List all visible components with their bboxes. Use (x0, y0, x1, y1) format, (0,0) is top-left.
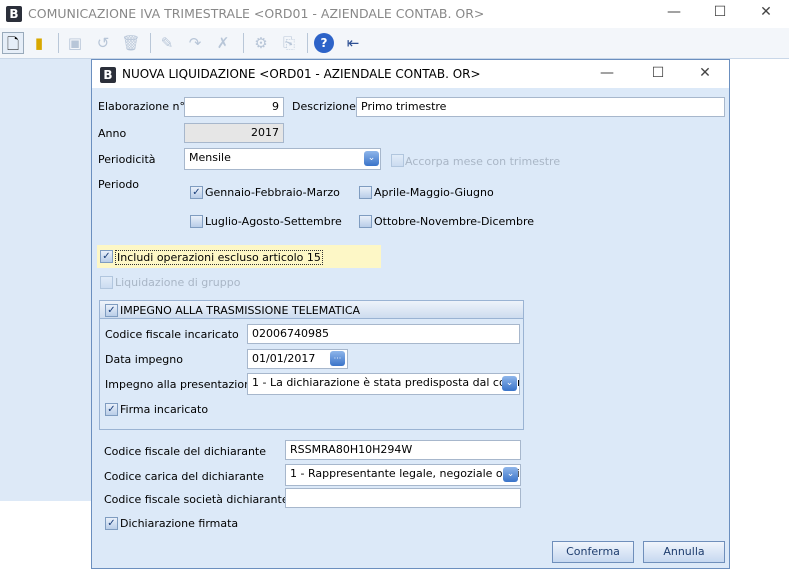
periodo-q2-label: Aprile-Maggio-Giugno (374, 186, 494, 199)
impegno-title: IMPEGNO ALLA TRASMISSIONE TELEMATICA (120, 304, 361, 317)
dialog-close-button[interactable]: ✕ (682, 65, 728, 81)
conferma-button[interactable]: Conferma (552, 541, 634, 563)
periodo-q3-label: Luglio-Agosto-Settembre (205, 215, 342, 228)
help-icon[interactable]: ? (314, 33, 334, 53)
redo-edit-icon[interactable]: ↷ (184, 32, 206, 54)
periodicita-value: Mensile (189, 151, 231, 164)
dialog-maximize-button[interactable]: ☐ (635, 65, 681, 81)
firma-incaricato-checkbox[interactable]: ✓ (105, 403, 118, 416)
elaborazione-label: Elaborazione n° (98, 100, 185, 113)
cf-societa-input[interactable] (285, 488, 521, 508)
data-impegno-label: Data impegno (105, 353, 183, 366)
periodo-q4-checkbox[interactable] (359, 215, 372, 228)
minimize-button[interactable]: — (651, 4, 697, 20)
gruppo-checkbox[interactable] (100, 276, 113, 289)
includi-label: Includi operazioni escluso articolo 15 (115, 250, 323, 265)
exit-icon[interactable]: ⇤ (342, 32, 364, 54)
dichiarazione-firmata-label: Dichiarazione firmata (120, 517, 239, 530)
presentazione-label: Impegno alla presentazione (105, 378, 258, 391)
toolbar: 🗋 ▮ ▣ ↺ 🗑 ✎ ↷ ✗ ⚙ ⎘ ? ⇤ (0, 28, 789, 59)
elaborazione-input[interactable]: 9 (184, 97, 284, 117)
app-logo: B (6, 6, 22, 22)
accorpa-checkbox[interactable] (391, 154, 404, 167)
anno-input: 2017 (184, 123, 284, 143)
maximize-button[interactable]: ☐ (697, 4, 743, 20)
descrizione-input[interactable]: Primo trimestre (356, 97, 725, 117)
background-pane (0, 59, 92, 501)
app-titlebar: B COMUNICAZIONE IVA TRIMESTRALE <ORD01 -… (0, 0, 789, 28)
delete-icon[interactable]: 🗑 (120, 32, 142, 54)
periodicita-select[interactable]: Mensile (184, 148, 381, 170)
accorpa-label: Accorpa mese con trimestre (405, 155, 561, 168)
firma-incaricato-label: Firma incaricato (120, 403, 209, 416)
cf-dichiarante-input[interactable]: RSSMRA80H10H294W (285, 440, 521, 460)
nuova-liquidazione-dialog: B NUOVA LIQUIDAZIONE <ORD01 - AZIENDALE … (91, 59, 730, 569)
cf-incaricato-label: Codice fiscale incaricato (105, 328, 239, 341)
carica-select[interactable]: 1 - Rappresentante legale, negoziale o, … (285, 464, 521, 486)
dialog-logo: B (100, 67, 116, 83)
periodo-q1-label: Gennaio-Febbraio-Marzo (205, 186, 340, 199)
impegno-checkbox[interactable]: ✓ (105, 304, 118, 317)
calendar-ellipsis-button[interactable]: ··· (330, 351, 345, 366)
chevron-down-icon[interactable]: ⌄ (364, 151, 379, 166)
app-title: COMUNICAZIONE IVA TRIMESTRALE <ORD01 - A… (28, 6, 485, 21)
includi-checkbox[interactable]: ✓ (100, 250, 113, 263)
carica-value: 1 - Rappresentante legale, negoziale o, … (290, 467, 521, 480)
anno-label: Anno (98, 127, 127, 140)
descrizione-label: Descrizione (292, 100, 356, 113)
dialog-titlebar: B NUOVA LIQUIDAZIONE <ORD01 - AZIENDALE … (92, 60, 729, 88)
save-icon[interactable]: ▣ (64, 32, 86, 54)
settings-icon[interactable]: ⚙ (250, 32, 272, 54)
chevron-down-icon[interactable]: ⌄ (503, 467, 518, 482)
cf-societa-label: Codice fiscale società dichiarante (104, 493, 289, 506)
periodo-q2-checkbox[interactable] (359, 186, 372, 199)
close-button[interactable]: ✕ (743, 4, 789, 20)
cf-dichiarante-label: Codice fiscale del dichiarante (104, 445, 267, 458)
chevron-down-icon[interactable]: ⌄ (502, 376, 517, 391)
edit-icon[interactable]: ✎ (156, 32, 178, 54)
periodo-q4-label: Ottobre-Novembre-Dicembre (374, 215, 535, 228)
impegno-group: ✓ IMPEGNO ALLA TRASMISSIONE TELEMATICA C… (99, 300, 524, 430)
dialog-minimize-button[interactable]: — (584, 65, 630, 81)
open-folder-icon[interactable]: ▮ (28, 32, 50, 54)
dichiarazione-firmata-checkbox[interactable]: ✓ (105, 517, 118, 530)
periodo-q1-checkbox[interactable]: ✓ (190, 186, 203, 199)
cancel-edit-icon[interactable]: ✗ (212, 32, 234, 54)
carica-label: Codice carica del dichiarante (104, 470, 264, 483)
undo-icon[interactable]: ↺ (92, 32, 114, 54)
gruppo-label: Liquidazione di gruppo (115, 276, 241, 289)
export-icon[interactable]: ⎘ (278, 32, 300, 54)
periodicita-label: Periodicità (98, 153, 156, 166)
periodo-label: Periodo (98, 178, 140, 191)
periodo-q3-checkbox[interactable] (190, 215, 203, 228)
presentazione-value: 1 - La dichiarazione è stata predisposta… (252, 376, 520, 389)
presentazione-select[interactable]: 1 - La dichiarazione è stata predisposta… (247, 373, 520, 395)
dialog-title: NUOVA LIQUIDAZIONE <ORD01 - AZIENDALE CO… (122, 67, 481, 81)
cf-incaricato-input[interactable]: 02006740985 (247, 324, 520, 344)
annulla-button[interactable]: Annulla (643, 541, 725, 563)
new-document-icon[interactable]: 🗋 (2, 32, 24, 54)
